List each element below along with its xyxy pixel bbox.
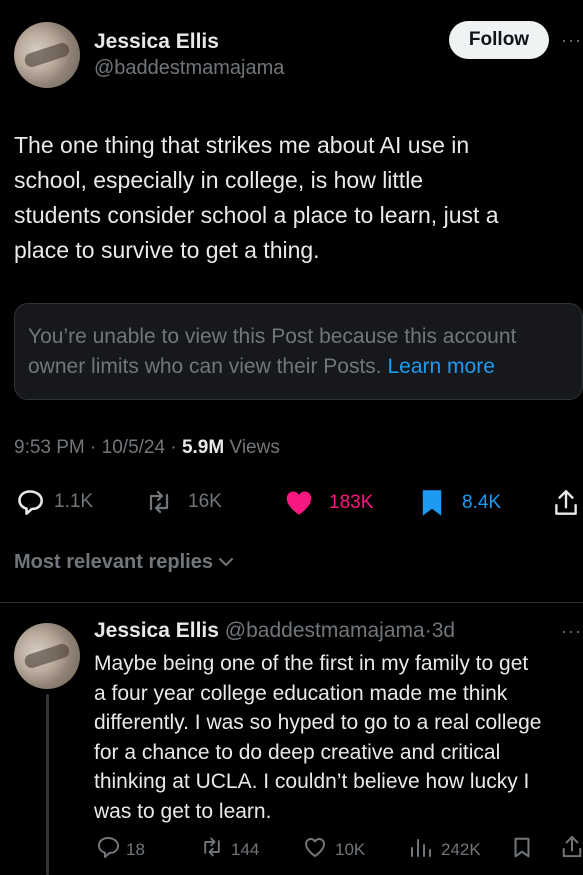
post-text-line: school, especially in college, is how li…	[14, 167, 424, 193]
reply-author-avatar[interactable]	[14, 623, 80, 689]
share-button[interactable]	[553, 488, 579, 518]
meta-separator: ·	[90, 437, 97, 458]
reply-separator: ·	[424, 619, 432, 642]
replies-sort-dropdown[interactable]: Most relevant replies	[14, 551, 234, 574]
reply-repost-button[interactable]: 144	[199, 836, 259, 863]
like-count: 183K	[329, 491, 374, 513]
views-icon	[409, 836, 433, 863]
share-icon	[553, 488, 579, 518]
reply-text-line: for a chance to do deep creative and cri…	[94, 740, 501, 764]
reply-age[interactable]: 3d	[432, 619, 455, 642]
divider	[0, 602, 583, 603]
reply-text-line: a four year college education made me th…	[94, 681, 508, 705]
post-date[interactable]: 10/5/24	[102, 437, 165, 458]
repost-icon	[144, 489, 174, 515]
reply-views-button[interactable]: 242K	[409, 836, 481, 863]
post-time[interactable]: 9:53 PM	[14, 437, 85, 458]
bookmark-icon	[420, 488, 444, 518]
replies-sort-label: Most relevant replies	[14, 551, 213, 573]
chevron-down-icon	[218, 551, 234, 574]
like-button[interactable]: 183K	[284, 489, 373, 516]
reply-author-name[interactable]: Jessica Ellis	[94, 619, 219, 642]
author-name[interactable]: Jessica Ellis	[94, 30, 219, 54]
reply-text: Maybe being one of the first in my famil…	[94, 649, 583, 826]
repost-icon	[199, 836, 225, 863]
repost-count: 16K	[188, 491, 222, 512]
bookmark-count: 8.4K	[462, 492, 502, 513]
reply-repost-count: 144	[231, 839, 260, 859]
reply-share-button[interactable]	[561, 834, 583, 865]
post-text-line: place to survive to get a thing.	[14, 237, 320, 263]
repost-button[interactable]: 16K	[144, 489, 222, 515]
author-avatar[interactable]	[14, 22, 80, 88]
learn-more-link[interactable]: Learn more	[387, 355, 494, 378]
more-icon[interactable]: ···	[561, 30, 582, 51]
restricted-post-notice: You’re unable to view this Post because …	[14, 303, 583, 400]
reply-like-count: 10K	[335, 839, 366, 859]
reply-button[interactable]: 1.1K	[16, 489, 93, 515]
reply-reply-count: 18	[126, 839, 145, 859]
reply-text-line: thinking at UCLA. I couldn’t believe how…	[94, 770, 530, 793]
post-text: The one thing that strikes me about AI u…	[14, 128, 574, 268]
follow-button[interactable]: Follow	[449, 21, 549, 59]
post-text-line: students consider school a place to lear…	[14, 202, 499, 228]
reply-views-count: 242K	[441, 839, 481, 859]
post-text-line: The one thing that strikes me about AI u…	[14, 132, 470, 158]
reply-text-line: was to get to learn.	[94, 799, 272, 823]
heart-icon	[302, 836, 328, 863]
heart-icon	[284, 489, 314, 516]
reply-bookmark-button[interactable]	[512, 836, 532, 865]
reply-more-icon[interactable]: ···	[561, 621, 582, 642]
reply-author-handle[interactable]: @baddestmamajama	[225, 619, 425, 642]
meta-separator: ·	[170, 437, 177, 458]
reply-like-button[interactable]: 10K	[302, 836, 365, 863]
bookmark-icon	[512, 836, 532, 865]
reply-icon	[96, 836, 120, 863]
views-label: Views	[229, 437, 280, 458]
bookmark-button[interactable]: 8.4K	[420, 488, 501, 518]
reply-text-line: Maybe being one of the first in my famil…	[94, 652, 529, 675]
reply-header: Jessica Ellis @baddestmamajama·3d	[94, 619, 455, 643]
thread-line	[46, 694, 49, 875]
author-handle[interactable]: @baddestmamajama	[94, 57, 284, 80]
reply-text-line: differently. I was so hyped to go to a r…	[94, 711, 542, 734]
views-count: 5.9M	[181, 437, 225, 458]
share-icon	[561, 834, 583, 865]
post-meta: 9:53 PM · 10/5/24 · 5.9M Views	[14, 437, 280, 459]
reply-icon	[16, 489, 44, 515]
reply-count: 1.1K	[54, 491, 94, 512]
reply-reply-button[interactable]: 18	[96, 836, 145, 863]
